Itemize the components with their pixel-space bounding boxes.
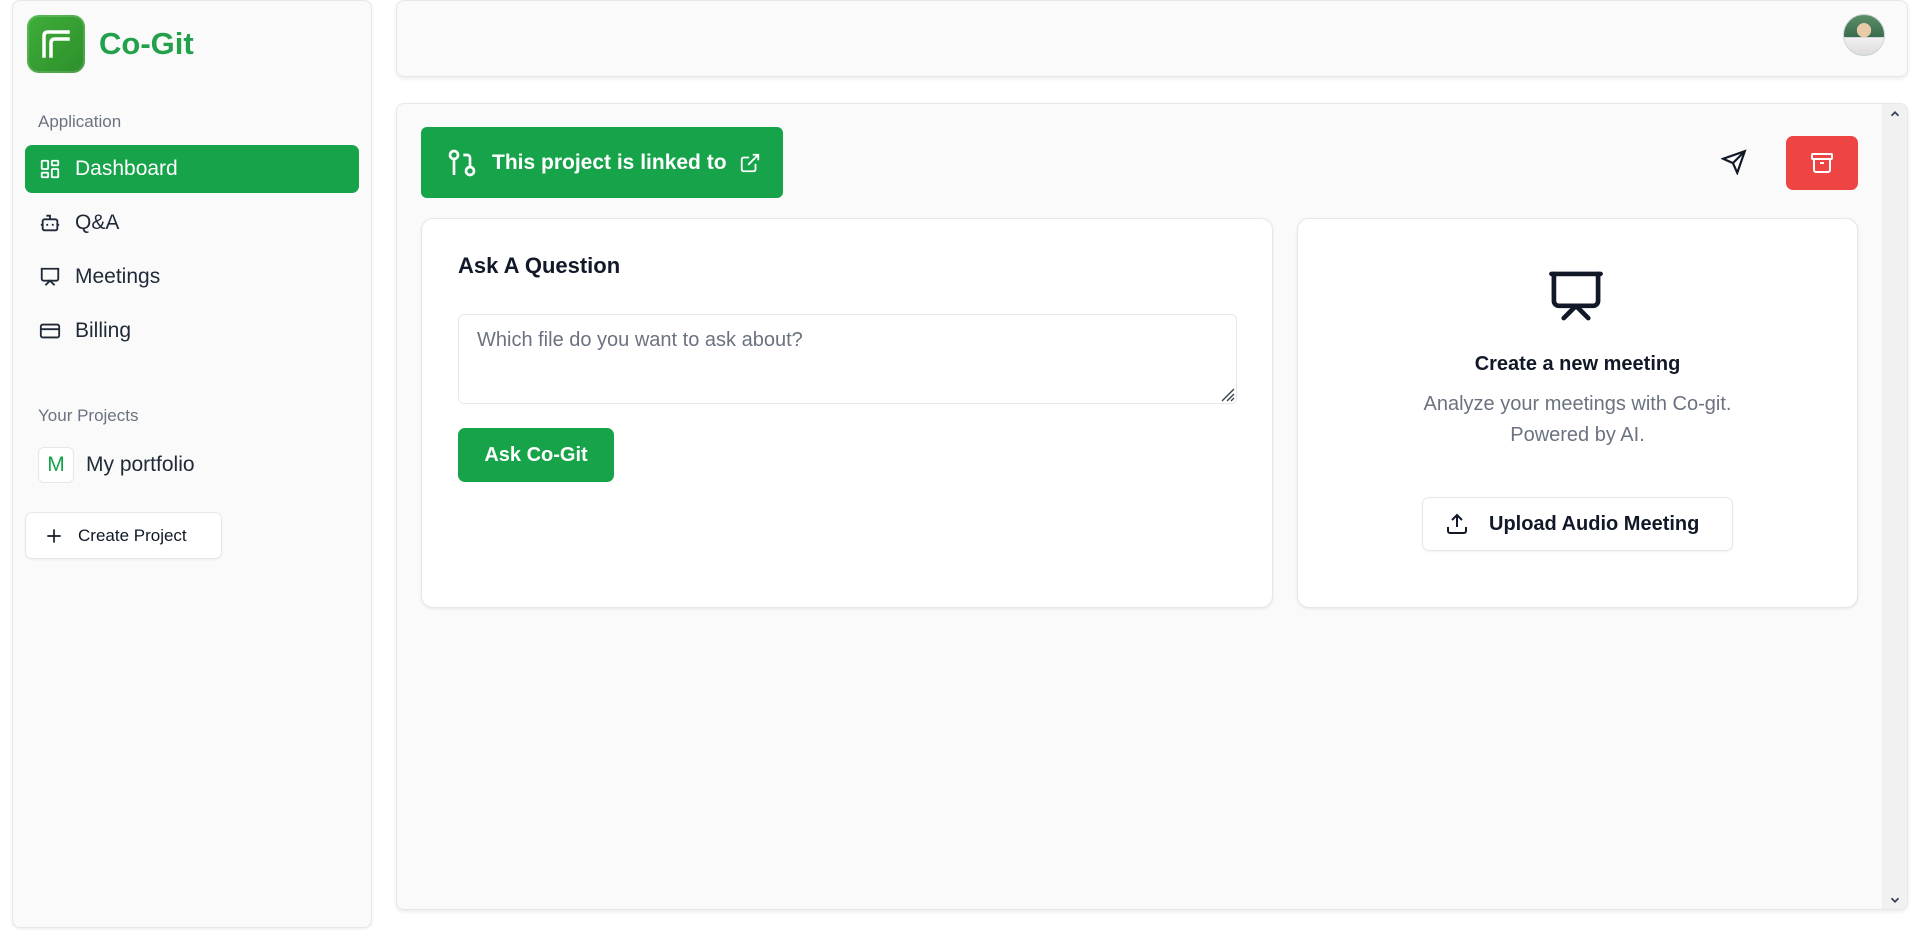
scrollbar[interactable] [1882, 104, 1907, 909]
project-name: My portfolio [86, 453, 195, 476]
chevron-down-icon[interactable] [1887, 892, 1902, 907]
external-link-icon[interactable] [739, 152, 761, 174]
sidebar-item-label: Meetings [75, 265, 161, 288]
main-panel: This project is linked to Ask A Question… [396, 103, 1908, 910]
archive-icon [1811, 153, 1833, 173]
sidebar-item-label: Billing [75, 319, 132, 342]
create-project-button[interactable]: Create Project [25, 512, 222, 559]
ask-question-title: Ask A Question [458, 253, 621, 278]
send-icon-button[interactable] [1708, 136, 1760, 188]
linked-banner-text: This project is linked to [492, 150, 727, 174]
description-line: Powered by AI. [1510, 424, 1645, 446]
bot-icon [39, 212, 61, 234]
create-meeting-description: Analyze your meetings with Co-git. Power… [1298, 389, 1857, 451]
project-badge: M [38, 447, 74, 483]
credit-card-icon [39, 320, 61, 342]
sidebar: Co-Git Application Dashboard Q&A Meeting… [12, 0, 372, 928]
sidebar-item-label: Q&A [75, 211, 120, 234]
dashboard-icon [39, 158, 61, 180]
brand[interactable]: Co-Git [27, 15, 194, 73]
projects-group-label: Your Projects [38, 406, 139, 425]
project-item-my-portfolio[interactable]: M My portfolio [38, 447, 195, 483]
upload-icon [1445, 512, 1469, 536]
user-avatar[interactable] [1843, 14, 1885, 56]
create-project-label: Create Project [78, 525, 187, 545]
send-icon [1721, 149, 1747, 175]
ask-question-card: Ask A Question Ask Co-Git [421, 218, 1273, 608]
question-input[interactable] [458, 314, 1237, 404]
sidebar-item-qa[interactable]: Q&A [25, 199, 359, 247]
upload-label: Upload Audio Meeting [1489, 512, 1700, 535]
upload-audio-meeting-button[interactable]: Upload Audio Meeting [1422, 497, 1733, 551]
co-git-logo-icon [27, 15, 85, 73]
ask-co-git-button[interactable]: Ask Co-Git [458, 428, 614, 482]
sidebar-item-billing[interactable]: Billing [25, 307, 359, 355]
sidebar-item-label: Dashboard [75, 157, 178, 180]
plus-icon [44, 526, 64, 546]
application-group-label: Application [38, 112, 122, 131]
create-meeting-card: Create a new meeting Analyze your meetin… [1297, 218, 1858, 608]
create-meeting-title: Create a new meeting [1474, 353, 1681, 375]
git-branch-icon [446, 147, 478, 179]
presentation-icon [39, 266, 61, 288]
presentation-icon [1546, 269, 1606, 323]
description-line: Analyze your meetings with Co-git. [1423, 393, 1732, 415]
brand-name: Co-Git [99, 26, 194, 61]
archive-button[interactable] [1786, 136, 1858, 190]
chevron-up-icon[interactable] [1887, 106, 1902, 121]
linked-repo-banner: This project is linked to [421, 127, 783, 198]
sidebar-item-meetings[interactable]: Meetings [25, 253, 359, 301]
sidebar-item-dashboard[interactable]: Dashboard [25, 145, 359, 193]
top-bar [396, 0, 1908, 77]
